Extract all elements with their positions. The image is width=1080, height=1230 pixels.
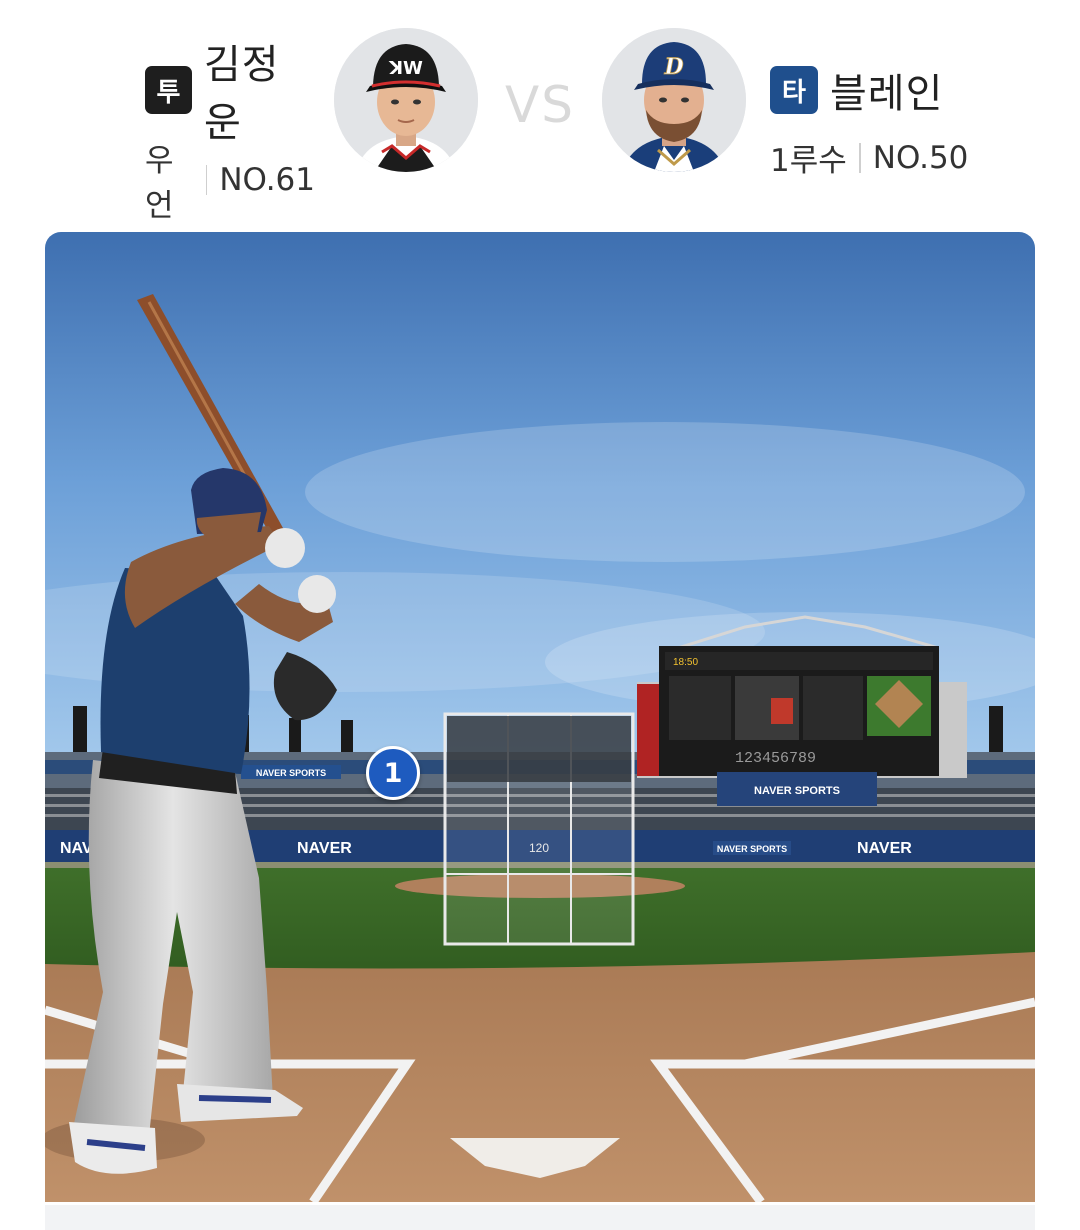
divider (858, 142, 861, 173)
batter-photo: D (602, 28, 746, 172)
wall-ad-center-left: NAVER (297, 840, 352, 857)
scoreboard-time: 18:50 (673, 657, 698, 668)
pitcher-hand: 우언 (145, 143, 174, 224)
batter-position: 1루수 (770, 143, 847, 179)
pitcher-info: 투 김정운 우언 NO.61 (145, 42, 315, 225)
pitcher-name[interactable]: 김정운 (204, 32, 315, 148)
batter-info: 타 블레인 1루수 NO.50 (770, 65, 970, 180)
batter-avatar[interactable]: D (602, 28, 746, 172)
svg-text:D: D (663, 54, 683, 80)
pitcher-role-badge: 투 (145, 66, 192, 114)
pitcher-photo: ꓘW (334, 28, 478, 172)
wall-ad-right: NAVER (857, 840, 912, 857)
bottom-panel-edge (45, 1205, 1035, 1230)
pitcher-name-row: 투 김정운 (145, 42, 315, 146)
strike-zone: 120 (443, 712, 635, 946)
pitcher-avatar[interactable]: ꓘW (334, 28, 478, 172)
batter-name-row: 타 블레인 (770, 65, 970, 117)
vs-label: VS (505, 76, 575, 134)
batter-name[interactable]: 블레인 (830, 61, 943, 119)
stadium-scene: NAVER SPORTS 18:50 123456789 NAVER NAVER… (45, 232, 1035, 1202)
batter-role-badge: 타 (770, 66, 818, 114)
pitcher-meta: 우언 NO.61 (145, 135, 315, 225)
batter-number: NO.50 (872, 139, 969, 176)
wall-ad-sports: NAVER SPORTS (717, 844, 787, 854)
divider (205, 165, 208, 195)
game-field-view: NAVER SPORTS 18:50 123456789 NAVER NAVER… (45, 232, 1035, 1202)
scoreboard-digits: 123456789 (735, 750, 816, 767)
center-field-ad: NAVER SPORTS (754, 785, 840, 797)
stand-ad: NAVER SPORTS (256, 768, 326, 778)
pitch-location-marker[interactable]: 1 (366, 746, 420, 800)
matchup-header: 투 김정운 우언 NO.61 ꓘW VS D 타 블레인 1루수 NO.50 (0, 0, 1080, 224)
batter-meta: 1루수 NO.50 (770, 135, 970, 180)
pitcher-number: NO.61 (219, 162, 315, 198)
speed-board: 120 (529, 841, 549, 855)
svg-text:ꓘW: ꓘW (388, 58, 423, 79)
